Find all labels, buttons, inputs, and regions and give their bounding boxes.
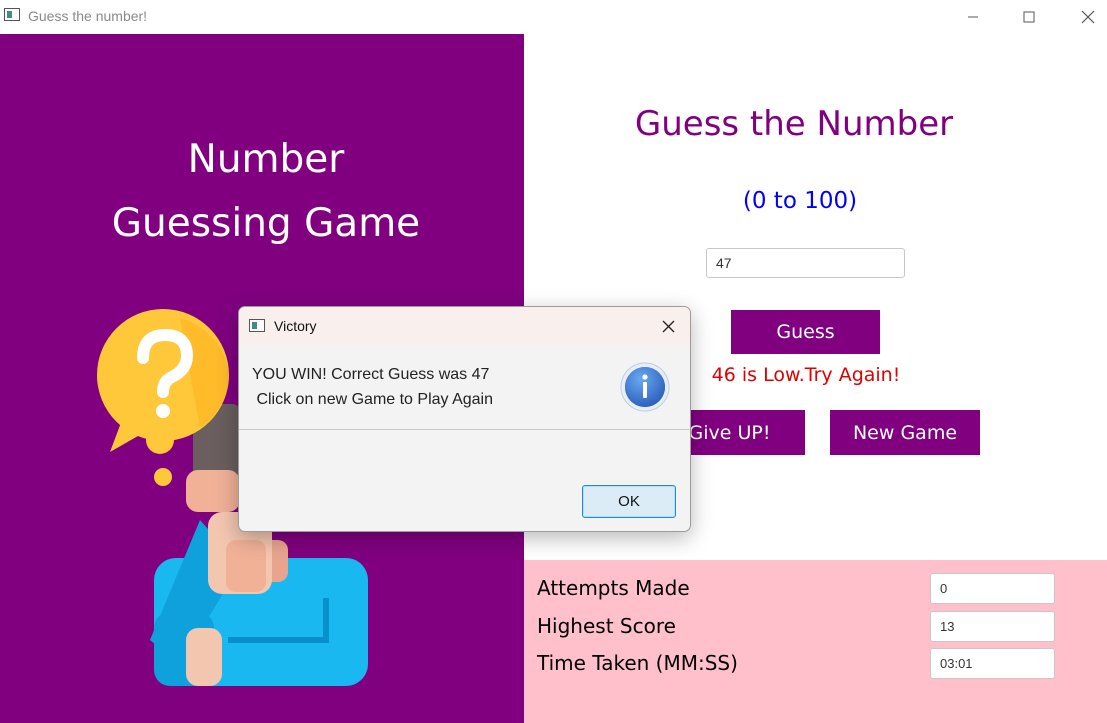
ok-button[interactable]: OK <box>582 485 676 518</box>
hint-message: 46 is Low.Try Again! <box>711 364 901 386</box>
dialog-separator <box>239 429 690 430</box>
maximize-button[interactable] <box>1006 0 1052 34</box>
close-icon <box>662 320 674 332</box>
highest-score-field[interactable]: 13 <box>930 611 1055 642</box>
game-title: Guess the Number <box>634 104 954 144</box>
dialog-message-line1: YOU WIN! Correct Guess was 47 <box>252 366 490 383</box>
dialog-title: Victory <box>274 318 317 334</box>
minimize-icon <box>968 16 978 18</box>
window-titlebar: Guess the number! <box>0 0 1107 34</box>
left-title-line1: Number <box>187 137 345 182</box>
window-title: Guess the number! <box>28 8 148 24</box>
time-taken-label: Time Taken (MM:SS) <box>537 651 738 675</box>
stats-panel: Attempts Made 0 Highest Score 13 Time Ta… <box>524 560 1107 723</box>
guess-input-value: 47 <box>716 255 732 271</box>
dialog-app-icon <box>249 319 265 332</box>
left-title-line2: Guessing Game <box>111 201 421 246</box>
time-taken-field[interactable]: 03:01 <box>930 648 1055 679</box>
maximize-icon <box>1023 11 1035 23</box>
close-button[interactable] <box>1065 0 1107 34</box>
attempts-field[interactable]: 0 <box>930 573 1055 604</box>
victory-dialog: Victory YOU WIN! Correct Guess was 47 Cl… <box>238 306 691 532</box>
close-icon <box>1081 10 1095 24</box>
guess-button[interactable]: Guess <box>731 310 880 354</box>
left-panel-title: Number Guessing Game <box>0 128 524 256</box>
dialog-message-line2: Click on new Game to Play Again <box>252 391 494 408</box>
range-label: (0 to 100) <box>742 188 858 214</box>
app-icon <box>4 8 20 21</box>
info-icon <box>620 362 670 412</box>
new-game-button[interactable]: New Game <box>830 410 980 455</box>
highest-score-label: Highest Score <box>537 614 676 638</box>
dialog-close-button[interactable] <box>651 312 685 340</box>
minimize-button[interactable] <box>950 0 996 34</box>
dialog-titlebar: Victory <box>239 307 690 345</box>
attempts-label: Attempts Made <box>537 576 690 600</box>
guess-input[interactable]: 47 <box>706 248 905 278</box>
